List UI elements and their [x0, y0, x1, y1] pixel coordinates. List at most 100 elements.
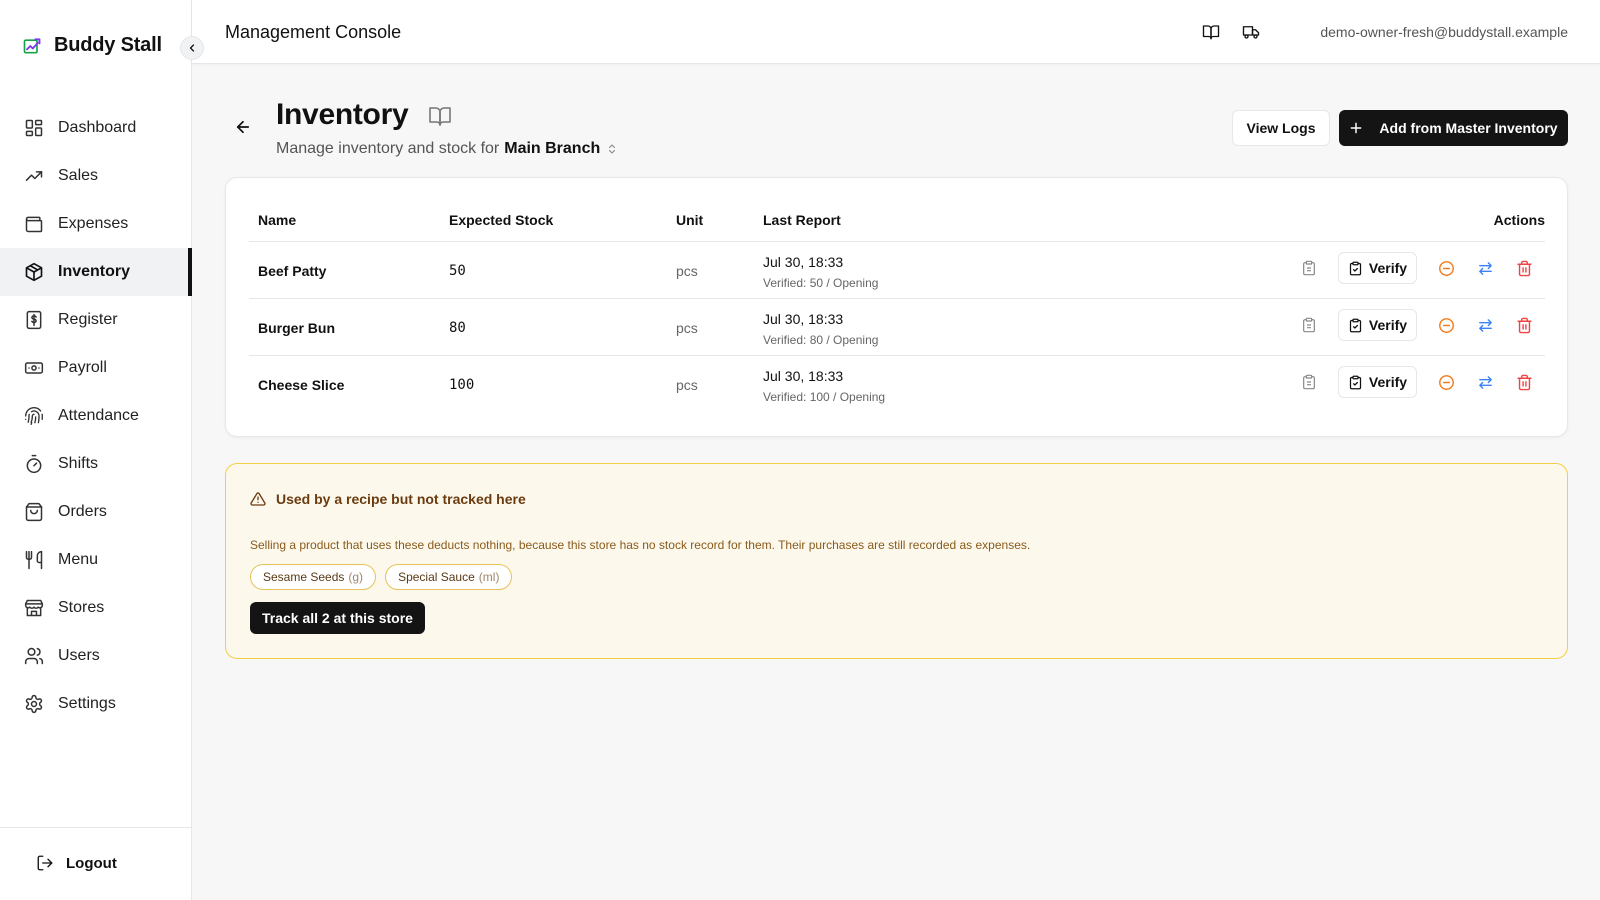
trash-icon[interactable]	[1515, 316, 1533, 334]
table-row: Cheese Slice 100 pcs Jul 30, 18:33 Verif…	[249, 356, 1545, 413]
transfer-arrows-icon[interactable]	[1476, 316, 1494, 334]
chip-name: Special Sauce	[398, 570, 475, 584]
sidebar-item-expenses[interactable]: Expenses	[0, 200, 192, 248]
console-title: Management Console	[225, 22, 402, 42]
verify-label: Verify	[1368, 317, 1408, 333]
logout-icon	[36, 854, 54, 872]
sidebar-item-settings[interactable]: Settings	[0, 680, 192, 728]
sidebar-item-menu[interactable]: Menu	[0, 536, 192, 584]
wallet-icon	[24, 214, 44, 234]
sidebar-item-shifts[interactable]: Shifts	[0, 440, 192, 488]
branch-name: Main Branch	[504, 140, 601, 157]
minus-circle-icon[interactable]	[1437, 373, 1455, 391]
item-unit: pcs	[676, 320, 698, 336]
branch-selector[interactable]: Main Branch	[504, 140, 618, 158]
sidebar-item-label: Users	[58, 647, 100, 664]
verify-label: Verify	[1368, 374, 1408, 390]
inventory-table: Name Expected Stock Unit Last Report Act…	[249, 200, 1545, 413]
clipboard-icon[interactable]	[1300, 373, 1318, 391]
brand[interactable]: Buddy Stall	[22, 34, 162, 57]
header-actions: Actions	[1493, 212, 1545, 228]
row-actions: Verify	[1300, 366, 1533, 398]
trending-up-icon	[24, 166, 44, 186]
chevrons-up-down-icon	[606, 143, 618, 155]
row-actions: Verify	[1300, 252, 1533, 284]
header-unit: Unit	[676, 212, 704, 228]
row-actions: Verify	[1300, 309, 1533, 341]
expected-stock: 100	[449, 377, 475, 393]
chevron-left-icon	[186, 42, 198, 54]
clipboard-check-icon	[1348, 261, 1363, 276]
logout-button[interactable]: Logout	[36, 854, 117, 872]
book-open-icon[interactable]	[1202, 23, 1220, 41]
page-subtitle: Manage inventory and stock for Main Bran…	[276, 140, 618, 158]
sidebar-footer: Logout	[0, 827, 192, 900]
sidebar-item-label: Sales	[58, 167, 99, 184]
dollar-receipt-icon	[24, 310, 44, 330]
sidebar-item-stores[interactable]: Stores	[0, 584, 192, 632]
sidebar-item-label: Orders	[58, 503, 107, 520]
chip-unit: (ml)	[478, 570, 500, 584]
minus-circle-icon[interactable]	[1437, 259, 1455, 277]
item-name: Beef Patty	[258, 263, 327, 279]
sidebar-item-register[interactable]: Register	[0, 296, 192, 344]
verify-button[interactable]: Verify	[1338, 366, 1417, 398]
view-logs-button[interactable]: View Logs	[1232, 110, 1330, 146]
dashboard-icon	[24, 118, 44, 138]
sidebar-item-users[interactable]: Users	[0, 632, 192, 680]
header-icons	[1202, 23, 1260, 41]
table-header: Name Expected Stock Unit Last Report Act…	[249, 200, 1545, 242]
table-row: Burger Bun 80 pcs Jul 30, 18:33 Verified…	[249, 299, 1545, 356]
trash-icon[interactable]	[1515, 373, 1533, 391]
truck-icon[interactable]	[1242, 23, 1260, 41]
sidebar-item-label: Payroll	[58, 359, 107, 376]
package-icon	[24, 262, 44, 282]
transfer-arrows-icon[interactable]	[1476, 373, 1494, 391]
last-report-date: Jul 30, 18:33	[763, 368, 844, 384]
last-report-date: Jul 30, 18:33	[763, 311, 844, 327]
trash-icon[interactable]	[1515, 259, 1533, 277]
collapse-sidebar-button[interactable]	[180, 36, 204, 60]
ingredient-chip: Special Sauce (ml)	[385, 564, 513, 590]
sidebar-item-attendance[interactable]: Attendance	[0, 392, 192, 440]
sidebar-item-label: Attendance	[58, 407, 139, 424]
untracked-ingredients-warning: Used by a recipe but not tracked here Se…	[225, 463, 1568, 659]
last-report-verified: Verified: 100 / Opening	[763, 390, 886, 404]
header-last-report: Last Report	[763, 212, 841, 228]
warning-heading: Used by a recipe but not tracked here	[250, 491, 526, 507]
clipboard-icon[interactable]	[1300, 259, 1318, 277]
transfer-arrows-icon[interactable]	[1476, 259, 1494, 277]
item-unit: pcs	[676, 377, 698, 393]
sidebar-item-dashboard[interactable]: Dashboard	[0, 104, 192, 152]
help-book-icon[interactable]	[428, 104, 452, 128]
track-all-button[interactable]: Track all 2 at this store	[250, 602, 425, 634]
item-unit: pcs	[676, 263, 698, 279]
store-icon	[24, 598, 44, 618]
sidebar-item-label: Shifts	[58, 455, 99, 472]
sidebar-item-inventory[interactable]: Inventory	[0, 248, 192, 296]
header-expected-stock: Expected Stock	[449, 212, 554, 228]
banknote-icon	[24, 358, 44, 378]
users-icon	[24, 646, 44, 666]
clipboard-icon[interactable]	[1300, 316, 1318, 334]
warning-title: Used by a recipe but not tracked here	[276, 491, 526, 507]
timer-icon	[24, 454, 44, 474]
sidebar-item-payroll[interactable]: Payroll	[0, 344, 192, 392]
chip-name: Sesame Seeds	[263, 570, 345, 584]
sidebar-item-sales[interactable]: Sales	[0, 152, 192, 200]
add-from-master-inventory-button[interactable]: Add from Master Inventory	[1339, 110, 1568, 146]
page-title: Inventory	[276, 98, 409, 131]
utensils-icon	[24, 550, 44, 570]
warning-description: Selling a product that uses these deduct…	[250, 538, 1031, 552]
verify-button[interactable]: Verify	[1338, 309, 1417, 341]
user-email[interactable]: demo-owner-fresh@buddystall.example	[1320, 24, 1568, 40]
chart-logo-icon	[22, 36, 42, 56]
minus-circle-icon[interactable]	[1437, 316, 1455, 334]
sidebar-item-label: Inventory	[58, 263, 131, 280]
verify-button[interactable]: Verify	[1338, 252, 1417, 284]
sidebar-item-orders[interactable]: Orders	[0, 488, 192, 536]
verify-label: Verify	[1368, 260, 1408, 276]
sidebar-item-label: Dashboard	[58, 119, 137, 136]
back-arrow-icon[interactable]	[234, 118, 252, 136]
clipboard-check-icon	[1348, 318, 1363, 333]
